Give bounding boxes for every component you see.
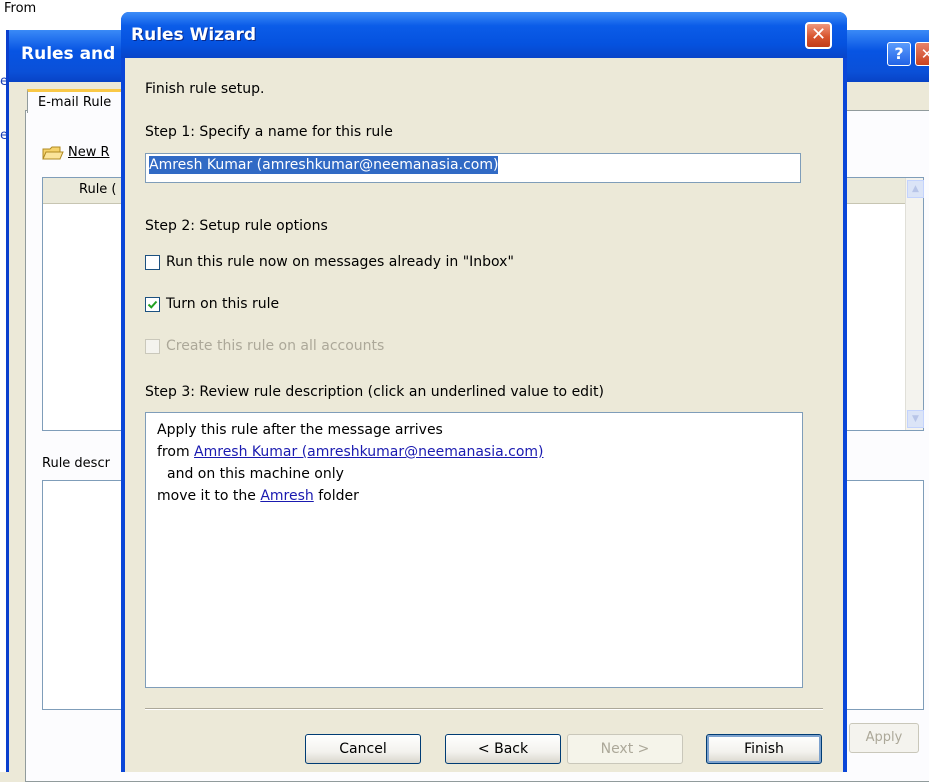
description-text: move it to the	[157, 488, 261, 504]
rule-description-label: Rule descr	[42, 456, 110, 471]
button-separator	[145, 708, 823, 710]
rule-name-input[interactable]: Amresh Kumar (amreshkumar@neemanasia.com…	[145, 153, 801, 183]
run-rule-now-option[interactable]: Run this rule now on messages already in…	[145, 254, 514, 270]
rule-column-header[interactable]: Rule (	[79, 182, 117, 197]
close-icon[interactable]: ✕	[915, 42, 929, 66]
turn-on-rule-option[interactable]: Turn on this rule	[145, 296, 279, 312]
description-line: and on this machine only	[167, 466, 344, 482]
description-line: Apply this rule after the message arrive…	[157, 422, 443, 438]
sender-link[interactable]: Amresh Kumar (amreshkumar@neemanasia.com…	[194, 444, 543, 460]
finish-setup-heading: Finish rule setup.	[145, 81, 265, 97]
new-rule-label: New R	[68, 144, 110, 160]
step2-label: Step 2: Setup rule options	[145, 218, 328, 234]
description-text: folder	[313, 488, 359, 504]
step3-label: Step 3: Review rule description (click a…	[145, 384, 604, 400]
help-button[interactable]: ?	[887, 42, 911, 66]
run-rule-now-checkbox[interactable]	[145, 254, 160, 270]
turn-on-rule-checkbox[interactable]	[145, 296, 160, 312]
wizard-title: Rules Wizard	[131, 25, 257, 45]
description-line: from Amresh Kumar (amreshkumar@neemanasi…	[157, 441, 791, 463]
new-rule-button[interactable]: New R	[42, 140, 110, 164]
wizard-body: Finish rule setup. Step 1: Specify a nam…	[125, 58, 843, 772]
rules-wizard-dialog: Rules Wizard ✕ Finish rule setup. Step 1…	[121, 12, 847, 772]
apply-button[interactable]: Apply	[849, 723, 919, 753]
from-label: From	[4, 1, 37, 16]
wizard-titlebar[interactable]: Rules Wizard ✕	[121, 12, 847, 58]
cancel-button[interactable]: Cancel	[305, 734, 421, 764]
run-rule-now-label: Run this rule now on messages already in…	[166, 254, 514, 270]
step1-label: Step 1: Specify a name for this rule	[145, 124, 393, 140]
scroll-down-icon[interactable]: ▼	[907, 410, 924, 428]
next-button: Next >	[567, 734, 683, 764]
all-accounts-checkbox	[145, 338, 160, 354]
rules-and-alerts-title: Rules and	[21, 44, 116, 64]
finish-button[interactable]: Finish	[706, 734, 822, 764]
rules-list-scrollbar[interactable]: ▲ ▼	[905, 178, 924, 430]
close-icon[interactable]: ✕	[805, 22, 832, 49]
scroll-up-icon[interactable]: ▲	[907, 180, 924, 198]
description-text: from	[157, 444, 195, 460]
checkmark-icon	[147, 300, 158, 309]
turn-on-rule-label: Turn on this rule	[166, 296, 280, 312]
all-accounts-label: Create this rule on all accounts	[166, 338, 385, 354]
rule-description-box: Apply this rule after the message arrive…	[145, 412, 803, 688]
rule-name-value: Amresh Kumar (amreshkumar@neemanasia.com…	[149, 156, 499, 174]
all-accounts-option: Create this rule on all accounts	[145, 338, 384, 354]
back-button[interactable]: < Back	[445, 734, 561, 764]
folder-link[interactable]: Amresh	[260, 488, 313, 504]
description-line: move it to the Amresh folder	[157, 485, 791, 507]
new-rule-icon	[42, 146, 64, 160]
